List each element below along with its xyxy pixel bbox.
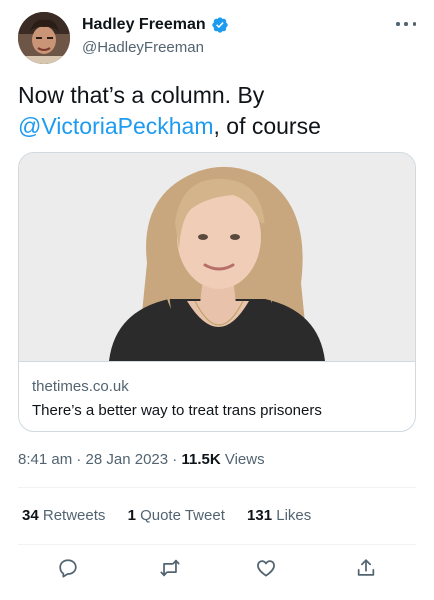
author-name[interactable]: Hadley Freeman	[82, 16, 206, 34]
tweet-text-start: Now that’s a column. By	[18, 82, 265, 108]
quote-tweets-stat[interactable]: 1 Quote Tweet	[128, 507, 225, 524]
author-handle[interactable]: @HadleyFreeman	[82, 39, 204, 56]
tweet-text-end: , of course	[213, 113, 321, 139]
views-count[interactable]: 11.5K	[181, 451, 220, 468]
quotes-count: 1	[127, 507, 136, 524]
tweet-meta: 8:41 am · 28 Jan 2023 · 11.5K Views	[18, 451, 265, 468]
card-image	[19, 153, 415, 361]
meta-separator: ·	[76, 451, 82, 468]
avatar[interactable]	[18, 12, 70, 64]
more-horizontal-icon[interactable]	[396, 16, 416, 32]
tweet: Hadley Freeman @HadleyFreeman Now that’s…	[0, 0, 434, 600]
reply-icon[interactable]	[56, 556, 80, 580]
link-card[interactable]: thetimes.co.uk There’s a better way to t…	[18, 152, 416, 432]
retweet-icon[interactable]	[158, 556, 182, 580]
tweet-text: Now that’s a column. By @VictoriaPeckham,…	[18, 80, 418, 142]
likes-stat[interactable]: 131 Likes	[247, 507, 311, 524]
likes-count: 131	[247, 507, 273, 524]
divider	[18, 487, 416, 488]
card-domain: thetimes.co.uk	[32, 378, 129, 395]
like-icon[interactable]	[254, 556, 278, 580]
card-meta: thetimes.co.uk There’s a better way to t…	[19, 361, 415, 431]
share-icon[interactable]	[354, 556, 378, 580]
tweet-date[interactable]: 28 Jan 2023	[86, 451, 169, 468]
retweets-label: Retweets	[42, 507, 106, 524]
engagement-stats: 34 Retweets 1 Quote Tweet 131 Likes	[22, 507, 329, 524]
divider	[18, 544, 416, 545]
quotes-label: Quote Tweet	[140, 507, 225, 524]
author-name-row[interactable]: Hadley Freeman	[82, 16, 229, 34]
likes-label: Likes	[276, 507, 312, 524]
action-bar	[0, 556, 434, 584]
views-label[interactable]: Views	[225, 451, 265, 468]
meta-separator: ·	[172, 451, 178, 468]
retweets-count: 34	[22, 507, 39, 524]
verified-badge-icon	[211, 17, 228, 33]
tweet-time[interactable]: 8:41 am	[18, 451, 72, 468]
avatar-image	[18, 12, 70, 64]
retweets-stat[interactable]: 34 Retweets	[22, 507, 105, 524]
card-title[interactable]: There’s a better way to treat trans pris…	[32, 402, 322, 419]
mention-link[interactable]: @VictoriaPeckham	[18, 113, 214, 139]
